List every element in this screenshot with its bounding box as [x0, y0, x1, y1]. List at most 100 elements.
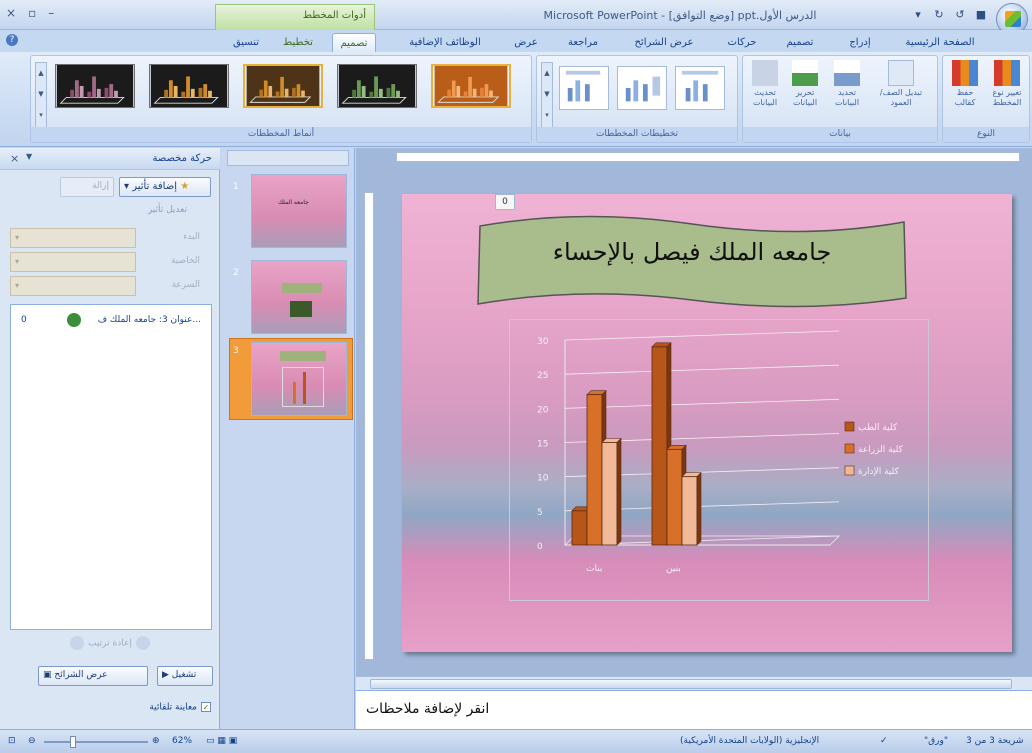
- tab-slideshow[interactable]: عرض الشرائح: [624, 33, 704, 52]
- slide-thumbnail-1[interactable]: جامعه الملك: [251, 174, 347, 248]
- close-icon[interactable]: ×: [6, 6, 16, 20]
- property-dropdown[interactable]: ▾: [10, 252, 136, 272]
- view-buttons[interactable]: ▭ ▦ ▣: [206, 736, 237, 746]
- play-button[interactable]: ▶ تشغيل: [157, 666, 213, 686]
- group-label-data: بيانات: [743, 127, 937, 142]
- zoom-out-icon[interactable]: ⊖: [28, 736, 36, 746]
- chart-layout-1[interactable]: [559, 66, 609, 110]
- help-icon[interactable]: ?: [6, 34, 18, 46]
- save-template-icon: [952, 60, 978, 86]
- refresh-data-button[interactable]: تحديث البيانات: [747, 60, 783, 108]
- start-dropdown[interactable]: ▾: [10, 228, 136, 248]
- window-title: Microsoft PowerPoint - [وضع التوافق] ppt…: [543, 9, 817, 22]
- tab-chart-design[interactable]: تصميم: [332, 33, 376, 52]
- effect-list: 0 عنوان 3: جامعه الملك ف...: [10, 304, 212, 630]
- tab-design[interactable]: تصميم: [778, 33, 822, 52]
- group-label-styles: أنماط المخططات: [31, 127, 531, 142]
- undo-icon[interactable]: ↺: [953, 8, 967, 22]
- effect-order-number: 0: [21, 315, 27, 325]
- title-bar: × ▫ – أدوات المخطط Microsoft PowerPoint …: [0, 0, 1032, 35]
- bar: [666, 448, 683, 546]
- gridline: [564, 364, 840, 375]
- tab-view[interactable]: عرض: [508, 33, 544, 52]
- thumb-bar: [275, 91, 280, 97]
- slide-title[interactable]: جامعه الملك فيصل بالإحساء: [472, 238, 912, 266]
- list-item[interactable]: 0 عنوان 3: جامعه الملك ف...: [17, 313, 205, 329]
- slide-thumbnail-3[interactable]: [251, 342, 347, 416]
- tab-add-ins[interactable]: الوظائف الإضافية: [400, 33, 490, 52]
- styles-scroll[interactable]: ▲ ▼ ▾: [35, 62, 47, 128]
- redo-icon[interactable]: ↻: [932, 8, 946, 22]
- thumb-bar: [92, 76, 96, 98]
- thumb-bar: [296, 84, 301, 97]
- select-data-icon: [834, 60, 860, 86]
- maximize-icon[interactable]: ▫: [28, 6, 36, 20]
- slide-thumbnail-2[interactable]: [251, 260, 347, 334]
- move-up-icon[interactable]: [135, 636, 150, 650]
- bar: [651, 346, 668, 546]
- thumb-bar: [168, 80, 173, 98]
- autopreview-checkbox[interactable]: معاينة تلقائية ✓: [149, 702, 211, 713]
- chart-style-5-selected[interactable]: [431, 64, 511, 108]
- zoom-in-icon[interactable]: ⊕: [152, 736, 160, 746]
- minimize-icon[interactable]: –: [48, 6, 54, 20]
- thumb-bar: [164, 89, 168, 98]
- edit-data-icon: [792, 60, 818, 86]
- tab-layout[interactable]: تخطيط: [278, 33, 318, 52]
- tab-insert[interactable]: إدراج: [840, 33, 880, 52]
- thumb-bar: [391, 84, 396, 98]
- save-as-template-button[interactable]: حفظ كقالب: [947, 60, 983, 108]
- scroll-thumb[interactable]: [370, 679, 1012, 689]
- select-data-button[interactable]: تحديد البيانات: [829, 60, 865, 108]
- tab-animations[interactable]: حركات: [720, 33, 764, 52]
- slide-number: 3: [233, 346, 239, 356]
- ribbon-tabs: ? تنسيق تخطيط تصميم الوظائف الإضافية عرض…: [0, 30, 1032, 52]
- zoom-slider-knob[interactable]: [70, 736, 76, 748]
- effect-entrance-icon: [67, 313, 81, 327]
- slide-canvas[interactable]: 0 جامعه الملك فيصل بالإحساء 0 5 10 15 20 25 30…: [402, 194, 1012, 652]
- notes-pane[interactable]: انقر لإضافة ملاحظات: [356, 690, 1032, 729]
- speed-dropdown[interactable]: ▾: [10, 276, 136, 296]
- effect-name: عنوان 3: جامعه الملك ف...: [97, 315, 201, 325]
- zoom-level[interactable]: 62%: [172, 736, 192, 746]
- thumb-bar: [484, 84, 489, 97]
- thumb-bar: [79, 86, 84, 98]
- remove-effect-button[interactable]: إزالة: [60, 177, 114, 197]
- zoom-slider[interactable]: [44, 741, 148, 743]
- save-icon[interactable]: ■: [974, 8, 988, 22]
- bar-chart: 0 5 10 15 20 25 30 بنات بنين كلية الطب كلية الزراع…: [537, 330, 904, 574]
- thumb-bar: [203, 84, 208, 98]
- language-status[interactable]: الإنجليزية (الولايات المتحدة الأمريكية): [680, 736, 819, 746]
- slides-outline-tabs[interactable]: [227, 150, 349, 166]
- pane-menu-icon[interactable]: ▼: [26, 152, 32, 161]
- slideshow-button[interactable]: ▣ عرض الشرائح: [38, 666, 148, 686]
- add-effect-button[interactable]: ▾ إضافة تأثير ★: [119, 177, 211, 197]
- chart-layout-3[interactable]: [675, 66, 725, 110]
- switch-row-column-button[interactable]: تبديل الصف/العمود: [873, 60, 929, 108]
- y-tick-label: 10: [537, 474, 549, 484]
- prop-start: ▾ البدء: [10, 228, 210, 248]
- fit-window-icon[interactable]: ⊡: [8, 736, 16, 746]
- customize-icon[interactable]: ▾: [911, 8, 925, 22]
- change-chart-type-button[interactable]: تغيير نوع المخطط: [987, 60, 1027, 108]
- title-banner[interactable]: جامعه الملك فيصل بالإحساء: [472, 214, 912, 310]
- horizontal-scrollbar[interactable]: [356, 676, 1032, 690]
- tab-format[interactable]: تنسيق: [226, 33, 266, 52]
- close-icon[interactable]: ×: [10, 152, 19, 165]
- chart-style-1[interactable]: [55, 64, 135, 108]
- prop-property: ▾ الخاصية: [10, 252, 210, 272]
- spellcheck-icon[interactable]: ✓: [880, 736, 888, 746]
- bar-side: [696, 471, 702, 546]
- chart-style-4[interactable]: [337, 64, 417, 108]
- chart-layout-2[interactable]: [617, 66, 667, 110]
- move-down-icon[interactable]: [70, 636, 85, 650]
- legend-swatch: [844, 465, 855, 476]
- tab-home[interactable]: الصفحة الرئيسية: [900, 33, 980, 52]
- chart-style-3[interactable]: [243, 64, 323, 108]
- edit-data-button[interactable]: تحرير البيانات: [787, 60, 823, 108]
- chart-style-2[interactable]: [149, 64, 229, 108]
- thumb-bar: [356, 80, 361, 98]
- chart-object[interactable]: 0 5 10 15 20 25 30 بنات بنين كلية الطب كلية الزراع…: [509, 319, 929, 601]
- tab-review[interactable]: مراجعة: [558, 33, 608, 52]
- layouts-scroll[interactable]: ▲ ▼ ▾: [541, 62, 553, 128]
